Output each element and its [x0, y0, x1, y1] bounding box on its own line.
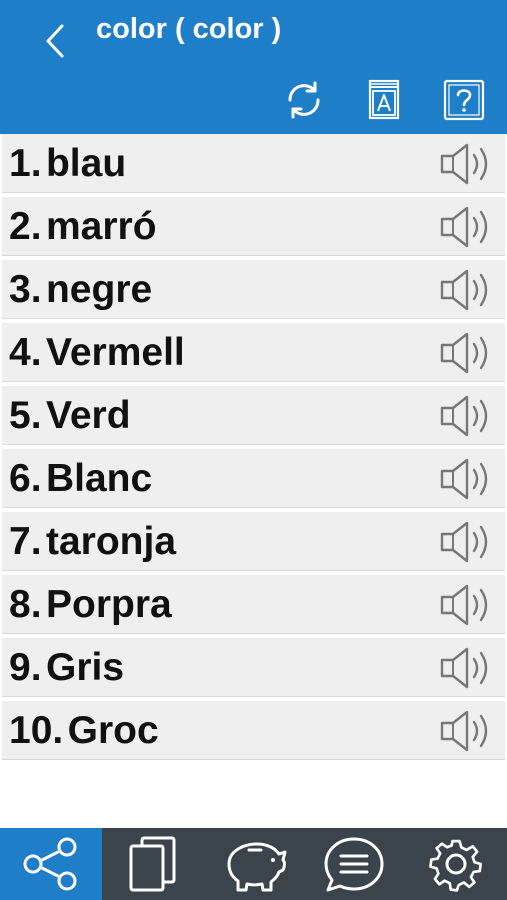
chat-icon [324, 837, 384, 892]
nav-piggy-bank-tab[interactable] [203, 828, 304, 900]
speaker-button[interactable] [439, 142, 497, 186]
page-title: color ( color ) [96, 13, 282, 45]
list-item[interactable]: 9. Gris [2, 638, 505, 697]
word-label: 1. blau [9, 134, 126, 193]
speaker-icon [440, 395, 488, 437]
word-number: 4. [9, 331, 42, 374]
word-label: 2. marró [9, 197, 157, 256]
speaker-icon [440, 458, 488, 500]
word-text: blau [45, 142, 127, 185]
word-number: 5. [9, 394, 42, 437]
word-text: taronja [45, 520, 177, 563]
speaker-button[interactable] [439, 268, 497, 312]
list-item[interactable]: 8. Porpra [2, 575, 505, 634]
list-item[interactable]: 4. Vermell [2, 323, 505, 382]
word-label: 8. Porpra [9, 575, 172, 634]
word-number: 9. [9, 646, 42, 689]
list-item[interactable]: 10. Groc [2, 701, 505, 760]
speaker-icon [440, 584, 488, 626]
word-text: negre [45, 268, 153, 311]
settings-icon [429, 839, 482, 892]
word-label: 10. Groc [9, 701, 159, 760]
dictionary-icon [368, 79, 400, 120]
refresh-button[interactable] [282, 78, 326, 122]
list-item[interactable]: 6. Blanc [2, 449, 505, 508]
app-screen: color ( color ) 1. blau 2. marró 3. negr… [0, 0, 507, 900]
word-label: 4. Vermell [9, 323, 185, 382]
word-text: Blanc [45, 457, 153, 500]
word-label: 5. Verd [9, 386, 131, 445]
speaker-button[interactable] [439, 520, 497, 564]
word-text: Verd [45, 394, 131, 437]
speaker-button[interactable] [439, 457, 497, 501]
back-button[interactable] [36, 18, 76, 64]
speaker-icon [440, 521, 488, 563]
word-number: 2. [9, 205, 42, 248]
nav-share-tab[interactable] [0, 828, 102, 900]
speaker-button[interactable] [439, 646, 497, 690]
nav-chat-tab[interactable] [304, 828, 405, 900]
speaker-button[interactable] [439, 394, 497, 438]
speaker-button[interactable] [439, 709, 497, 753]
list-item[interactable]: 5. Verd [2, 386, 505, 445]
word-number: 8. [9, 583, 42, 626]
list-item[interactable]: 7. taronja [2, 512, 505, 571]
speaker-icon [440, 143, 488, 185]
dictionary-button[interactable] [362, 78, 406, 122]
word-label: 3. negre [9, 260, 152, 319]
word-text: Gris [45, 646, 125, 689]
speaker-icon [440, 269, 488, 311]
word-label: 6. Blanc [9, 449, 152, 508]
piggy-bank-icon [227, 842, 287, 892]
cards-icon [129, 836, 176, 892]
nav-settings-tab[interactable] [405, 828, 507, 900]
nav-cards-tab[interactable] [102, 828, 203, 900]
word-number: 3. [9, 268, 42, 311]
header-bar: color ( color ) [0, 0, 507, 134]
share-icon [23, 837, 77, 891]
list-item[interactable]: 1. blau [2, 134, 505, 193]
chevron-left-icon [46, 24, 64, 58]
word-text: Vermell [45, 331, 185, 374]
word-number: 10. [9, 709, 64, 752]
word-label: 7. taronja [9, 512, 176, 571]
list-item[interactable]: 2. marró [2, 197, 505, 256]
speaker-button[interactable] [439, 205, 497, 249]
refresh-icon [288, 81, 320, 119]
word-text: Groc [67, 709, 159, 752]
word-text: Porpra [45, 583, 172, 626]
speaker-icon [440, 647, 488, 689]
speaker-icon [440, 710, 488, 752]
help-icon [443, 79, 485, 121]
list-item[interactable]: 3. negre [2, 260, 505, 319]
help-button[interactable] [442, 78, 486, 122]
speaker-icon [440, 332, 488, 374]
word-number: 1. [9, 142, 42, 185]
speaker-button[interactable] [439, 331, 497, 375]
word-label: 9. Gris [9, 638, 124, 697]
speaker-icon [440, 206, 488, 248]
bottom-navigation [0, 828, 507, 900]
word-number: 6. [9, 457, 42, 500]
word-list: 1. blau 2. marró 3. negre 4. Vermell 5. Verd… [0, 134, 507, 764]
speaker-button[interactable] [439, 583, 497, 627]
word-text: marró [45, 205, 157, 248]
word-number: 7. [9, 520, 42, 563]
